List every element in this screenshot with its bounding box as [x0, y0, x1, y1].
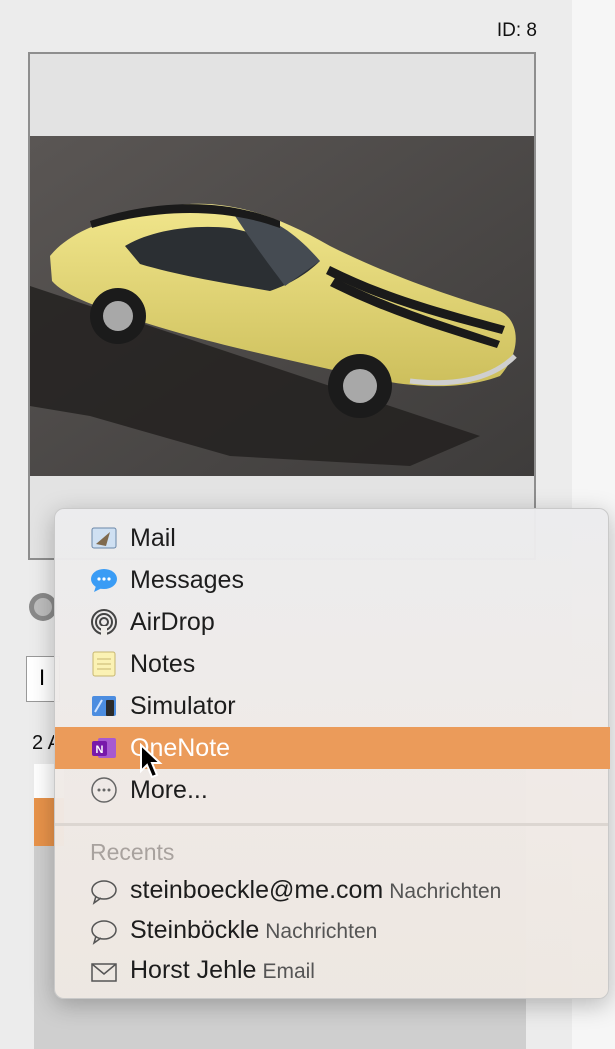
simulator-icon	[92, 696, 116, 716]
messages-icon	[91, 569, 117, 592]
share-menu: Mail Messages AirDrop Notes Simulator N …	[54, 508, 610, 999]
airdrop-icon	[91, 609, 117, 636]
recent-via: Nachrichten	[265, 920, 378, 943]
id-label: ID: 8	[496, 20, 537, 41]
image-well[interactable]	[28, 52, 536, 560]
recent-name: steinboeckle@me.com	[130, 876, 384, 904]
svg-text:N: N	[96, 744, 104, 756]
menu-item-airdrop[interactable]: AirDrop	[55, 601, 610, 643]
recent-item[interactable]: steinboeckle@me.com Nachrichten	[55, 871, 610, 911]
recent-item[interactable]: Horst Jehle Email	[55, 951, 610, 991]
more-icon	[91, 777, 117, 803]
recent-via: Nachrichten	[389, 880, 502, 903]
menu-item-mail[interactable]: Mail	[55, 517, 610, 559]
recents-title: Recents	[90, 839, 175, 865]
mail-icon	[91, 527, 117, 549]
menu-item-simulator[interactable]: Simulator	[55, 685, 610, 727]
recent-name: Horst Jehle	[130, 956, 257, 984]
notes-icon	[92, 651, 116, 677]
onenote-icon: N	[92, 738, 116, 758]
recent-name: Steinböckle	[130, 916, 260, 944]
recent-item[interactable]: Steinböckle Nachrichten	[55, 911, 610, 951]
menu-separator	[55, 823, 608, 826]
menu-item-messages[interactable]: Messages	[55, 559, 610, 601]
menu-item-notes[interactable]: Notes	[55, 643, 610, 685]
speech-bubble-icon	[91, 920, 117, 945]
car-photo	[30, 136, 534, 476]
mouse-pointer-icon	[140, 743, 163, 779]
envelope-icon	[91, 963, 117, 982]
recent-via: Email	[262, 960, 315, 983]
speech-bubble-icon	[91, 880, 117, 905]
